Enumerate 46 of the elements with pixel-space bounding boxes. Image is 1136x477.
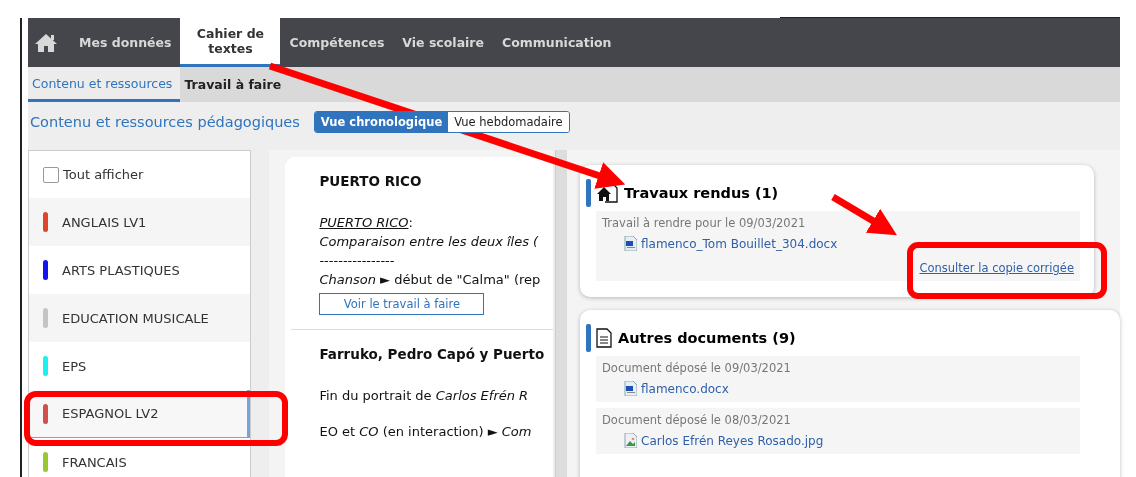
accent-bar xyxy=(586,324,591,352)
nav-tab[interactable]: Communication xyxy=(493,18,621,67)
checkbox[interactable] xyxy=(43,166,59,183)
card-title: Travaux rendus (1) xyxy=(624,185,779,201)
lesson-text: EO et CO (en interaction) ► Com xyxy=(319,423,533,441)
card-title: Autres documents (9) xyxy=(618,330,796,346)
word-document-icon xyxy=(624,236,637,251)
view-option[interactable]: Vue chronologique xyxy=(314,112,449,132)
lesson-text: ---------------- xyxy=(319,252,396,270)
nav-tab[interactable]: Compétences xyxy=(280,18,394,67)
lesson-text: PUERTO RICO: xyxy=(319,214,414,232)
nav-tab[interactable]: Mes données xyxy=(70,18,181,67)
file-caption: Travail à rendre pour le 09/03/2021 xyxy=(602,216,807,230)
accent-bar xyxy=(586,179,591,207)
subject-name: ARTS PLASTIQUES xyxy=(62,262,180,278)
corrected-copy-link[interactable]: Consulter la copie corrigée xyxy=(602,261,1074,275)
checkbox-label: Tout afficher xyxy=(63,167,144,182)
view-option[interactable]: Vue hebdomadaire xyxy=(448,112,569,132)
subject-name: EDUCATION MUSICALE xyxy=(62,310,209,326)
lesson-text: Fin du portrait de Carlos Efrén R xyxy=(319,387,530,405)
word-document-icon xyxy=(624,381,637,396)
subject-name: FRANCAIS xyxy=(62,454,127,470)
document-icon xyxy=(596,328,612,348)
image-file-icon xyxy=(624,433,637,448)
lesson-text: Chanson ► début de "Calma" (rep xyxy=(319,271,542,289)
homework-button[interactable]: Voir le travail à faire xyxy=(319,293,485,315)
file-link[interactable]: flamenco_Tom Bouillet_304.docx xyxy=(641,236,838,251)
lesson-title: Farruko, Pedro Capó y Puerto xyxy=(319,346,546,362)
file-caption: Document déposé le 08/03/2021 xyxy=(602,413,792,427)
nav-tab[interactable]: Vie scolaire xyxy=(393,18,493,67)
subject-name: ANGLAIS LV1 xyxy=(62,214,147,230)
lesson-text: Comparaison entre les deux îles ( xyxy=(319,233,540,251)
file-link[interactable]: Carlos Efrén Reyes Rosado.jpg xyxy=(641,433,824,448)
subject-item[interactable]: EDUCATION MUSICALE xyxy=(29,294,251,342)
house-document-icon xyxy=(596,183,618,203)
sub-tab[interactable]: Travail à faire xyxy=(180,67,290,102)
file-link[interactable]: flamenco.docx xyxy=(641,381,729,396)
subject-name: ESPAGNOL LV2 xyxy=(62,406,159,421)
section-title: Contenu et ressources pédagogiques xyxy=(30,114,300,130)
sub-tab[interactable]: Contenu et ressources xyxy=(28,67,181,102)
subject-name: EPS xyxy=(62,358,87,374)
file-caption: Document déposé le 09/03/2021 xyxy=(602,361,792,375)
lesson-title: PUERTO RICO xyxy=(319,173,423,189)
annotation-arrow xyxy=(831,194,898,236)
subject-item[interactable]: ANGLAIS LV1 xyxy=(29,198,251,246)
nav-tab[interactable]: Cahier de textes xyxy=(180,18,281,67)
